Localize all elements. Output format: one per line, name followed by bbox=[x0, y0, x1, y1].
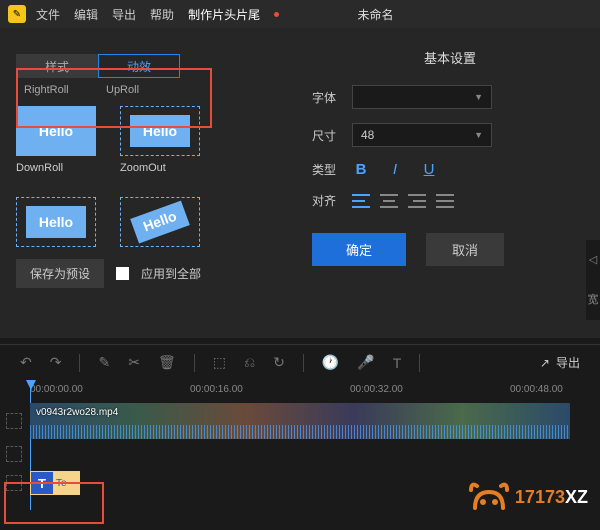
chevron-down-icon: ▼ bbox=[474, 130, 483, 140]
menu-intro-outro[interactable]: 制作片头片尾 bbox=[188, 6, 260, 23]
menu-file[interactable]: 文件 bbox=[36, 6, 60, 23]
align-justify-button[interactable] bbox=[436, 194, 454, 208]
menu-export[interactable]: 导出 bbox=[112, 6, 136, 23]
text-track-icon bbox=[6, 475, 22, 491]
export-icon: ↗ bbox=[540, 356, 550, 370]
play-icon[interactable]: ◁ bbox=[589, 253, 597, 266]
cancel-button[interactable]: 取消 bbox=[426, 233, 504, 266]
document-title: 未命名 bbox=[279, 6, 472, 23]
align-center-button[interactable] bbox=[380, 194, 398, 208]
export-button[interactable]: ↗ 导出 bbox=[540, 354, 580, 371]
wide-label: 宽 bbox=[588, 291, 599, 307]
chevron-down-icon: ▼ bbox=[474, 92, 483, 102]
underline-button[interactable]: U bbox=[420, 161, 438, 178]
italic-button[interactable]: I bbox=[386, 161, 404, 178]
settings-panel: 基本设置 字体 ▼ 尺寸 48▼ 类型 B I U 对齐 bbox=[300, 28, 600, 338]
main-panel: 样式 动效 RightRoll UpRoll Hello DownRoll He… bbox=[0, 28, 600, 338]
tab-animation[interactable]: 动效 bbox=[98, 54, 180, 78]
animation-grid: Hello DownRoll Hello ZoomOut Hello Hello bbox=[16, 106, 300, 251]
track-icon bbox=[6, 446, 22, 462]
save-preset-button[interactable]: 保存为预设 bbox=[16, 259, 104, 288]
text-clip[interactable]: T Te bbox=[30, 471, 80, 495]
time-mark: 00:00:16.00 bbox=[190, 384, 243, 395]
timeline-toolbar: ↶ ↷ ✎ ✂ 🗑 ⬚ ⎌ ↻ 🕐 🎤 T ↗ 导出 bbox=[0, 344, 600, 380]
edit-icon[interactable]: ✎ bbox=[98, 354, 110, 371]
text-tool-icon[interactable]: T bbox=[393, 355, 402, 371]
settings-title: 基本设置 bbox=[312, 48, 588, 67]
time-ruler[interactable]: 00:00:00.00 00:00:16.00 00:00:32.00 00:0… bbox=[30, 384, 600, 402]
video-track-icon bbox=[6, 413, 22, 429]
cut-icon[interactable]: ✂ bbox=[128, 354, 140, 371]
align-right-button[interactable] bbox=[408, 194, 426, 208]
text-clip-icon: T bbox=[31, 472, 53, 494]
clip-filename: v0943r2wo28.mp4 bbox=[36, 407, 118, 418]
menu-bar: ✎ 文件 编辑 导出 帮助 制作片头片尾 未命名 bbox=[0, 0, 600, 28]
undo-icon[interactable]: ↶ bbox=[20, 354, 32, 371]
anim-item-4[interactable]: Hello bbox=[120, 197, 200, 252]
redo-icon[interactable]: ↷ bbox=[50, 354, 62, 371]
crop-icon[interactable]: ⬚ bbox=[213, 354, 226, 371]
apply-all-checkbox[interactable] bbox=[116, 267, 129, 280]
anim-item-3[interactable]: Hello bbox=[16, 197, 96, 252]
clock-icon[interactable]: 🕐 bbox=[322, 354, 339, 371]
time-mark: 00:00:00.00 bbox=[30, 384, 83, 395]
time-mark: 00:00:48.00 bbox=[510, 384, 563, 395]
size-dropdown[interactable]: 48▼ bbox=[352, 123, 492, 147]
time-mark: 00:00:32.00 bbox=[350, 384, 403, 395]
align-left-button[interactable] bbox=[352, 194, 370, 208]
rotate-icon[interactable]: ↻ bbox=[273, 354, 285, 371]
font-label: 字体 bbox=[312, 89, 352, 106]
bold-button[interactable]: B bbox=[352, 161, 370, 178]
ok-button[interactable]: 确定 bbox=[312, 233, 406, 266]
effects-panel: 样式 动效 RightRoll UpRoll Hello DownRoll He… bbox=[0, 28, 300, 338]
split-icon[interactable]: ⎌ bbox=[244, 354, 255, 371]
audio-waveform bbox=[30, 425, 570, 439]
empty-track[interactable] bbox=[30, 444, 600, 464]
watermark-icon bbox=[467, 478, 511, 516]
anim-zoomout[interactable]: Hello ZoomOut bbox=[120, 106, 200, 179]
mic-icon[interactable]: 🎤 bbox=[357, 354, 374, 371]
menu-edit[interactable]: 编辑 bbox=[74, 6, 98, 23]
anim-downroll[interactable]: Hello DownRoll bbox=[16, 106, 96, 179]
align-label: 对齐 bbox=[312, 192, 352, 209]
label-uproll: UpRoll bbox=[98, 84, 180, 96]
app-logo: ✎ bbox=[8, 5, 26, 23]
size-label: 尺寸 bbox=[312, 127, 352, 144]
video-clip[interactable]: v0943r2wo28.mp4 bbox=[30, 403, 570, 439]
type-label: 类型 bbox=[312, 161, 352, 178]
font-dropdown[interactable]: ▼ bbox=[352, 85, 492, 109]
right-sidebar: ◁ 宽 bbox=[586, 240, 600, 320]
menu-help[interactable]: 帮助 bbox=[150, 6, 174, 23]
label-rightroll: RightRoll bbox=[16, 84, 98, 96]
apply-all-label: 应用到全部 bbox=[141, 265, 201, 282]
delete-icon[interactable]: 🗑 bbox=[158, 354, 176, 371]
watermark: 17173XZ bbox=[467, 478, 588, 516]
tab-style[interactable]: 样式 bbox=[16, 54, 98, 78]
video-track[interactable]: v0943r2wo28.mp4 bbox=[30, 402, 600, 440]
